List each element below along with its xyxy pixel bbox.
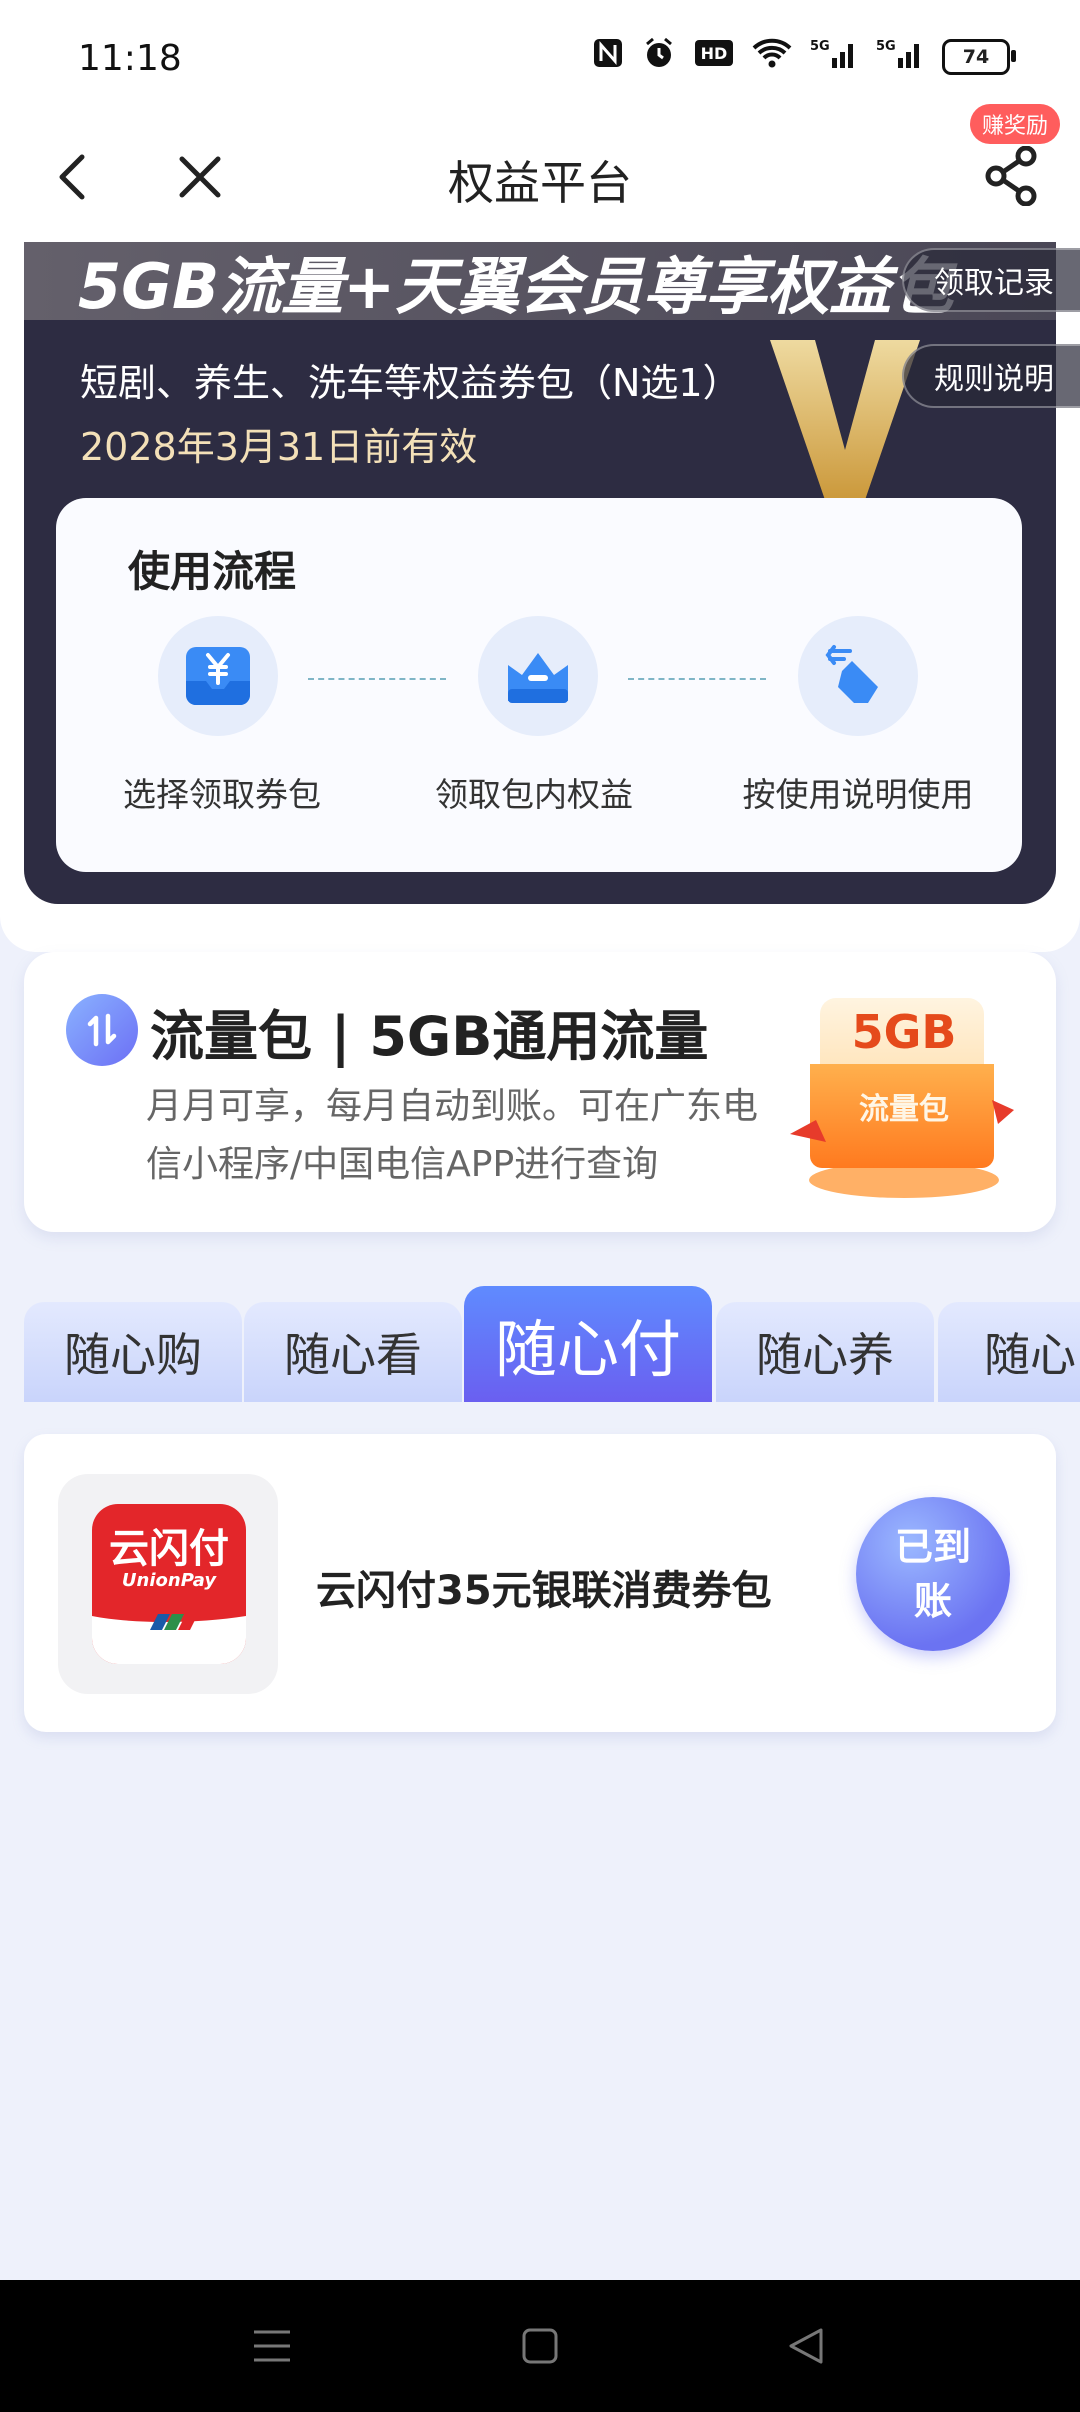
- hero-subtitle: 短剧、养生、洗车等权益券包（N选1）: [80, 361, 741, 405]
- battery-indicator: 74: [942, 39, 1016, 75]
- tab-suixin-gou[interactable]: 随心购: [24, 1302, 242, 1402]
- signal-5g-icon: 5G: [810, 36, 858, 78]
- up-down-arrows-icon: [87, 1013, 117, 1047]
- step-3-label: 按使用说明使用: [742, 775, 974, 814]
- tab-suixin-more[interactable]: 随心: [938, 1302, 1080, 1402]
- svg-text:5GB: 5GB: [852, 1005, 957, 1059]
- step-connector: [628, 678, 766, 680]
- share-button[interactable]: [976, 140, 1048, 212]
- svg-text:5G: 5G: [810, 39, 830, 54]
- process-title: 使用流程: [128, 547, 297, 596]
- received-status-label: 已到账: [894, 1525, 971, 1623]
- unionpay-logo-text: 云闪付: [109, 1526, 229, 1572]
- traffic-icon: [66, 994, 138, 1066]
- hd-icon: HD: [694, 38, 734, 76]
- step-2-icon: [478, 616, 598, 736]
- signal-5g-icon: 5G: [876, 36, 924, 78]
- nfc-icon: [592, 37, 624, 77]
- records-button[interactable]: 领取记录: [902, 248, 1080, 312]
- status-icons: HD 5G 5G 74: [592, 36, 1016, 78]
- home-button[interactable]: [510, 2316, 570, 2376]
- system-back-button[interactable]: [776, 2316, 836, 2376]
- unionpay-logo-subtext: UnionPay: [121, 1570, 217, 1591]
- step-3-icon: [798, 616, 918, 736]
- svg-text:HD: HD: [701, 44, 728, 63]
- recent-apps-button[interactable]: [242, 2316, 302, 2376]
- gold-v-logo-icon: [770, 340, 920, 500]
- traffic-title: 流量包 | 5GB通用流量: [150, 1005, 709, 1068]
- step-connector: [308, 678, 446, 680]
- home-square-icon: [522, 2328, 558, 2364]
- svg-text:流量包: 流量包: [859, 1092, 949, 1127]
- menu-icon: [254, 2330, 290, 2362]
- hero-title: 5GB流量+天翼会员尊享权益包: [78, 250, 954, 323]
- traffic-description: 月月可享，每月自动到账。可在广东电信小程序/中国电信APP进行查询: [146, 1086, 759, 1185]
- data-package-gift-icon: 5GB 流量包: [790, 998, 1014, 1198]
- rules-button[interactable]: 规则说明: [902, 344, 1080, 408]
- crown-icon: [508, 653, 568, 703]
- step-1-label: 选择领取券包: [123, 775, 321, 814]
- status-time: 11:18: [78, 38, 182, 79]
- svg-text:5G: 5G: [876, 39, 896, 54]
- step-2-label: 领取包内权益: [435, 775, 633, 814]
- tab-suixin-kan[interactable]: 随心看: [244, 1302, 462, 1402]
- tab-suixin-fu[interactable]: 随心付: [464, 1286, 712, 1402]
- wifi-icon: [752, 37, 792, 77]
- tap-hand-icon: [825, 645, 878, 703]
- page-title: 权益平台: [448, 156, 632, 210]
- hero-validity: 2028年3月31日前有效: [80, 425, 478, 469]
- tab-suixin-yang[interactable]: 随心养: [716, 1302, 934, 1402]
- wallet-icon: [186, 647, 250, 705]
- coupon-title: 云闪付35元银联消费券包: [316, 1568, 772, 1614]
- share-icon: [985, 146, 1037, 206]
- back-triangle-icon: [789, 2328, 823, 2364]
- reward-badge[interactable]: 赚奖励: [970, 104, 1061, 144]
- received-status-button[interactable]: 已到账: [856, 1497, 1010, 1651]
- alarm-icon: [642, 36, 676, 78]
- step-1-icon: [158, 616, 278, 736]
